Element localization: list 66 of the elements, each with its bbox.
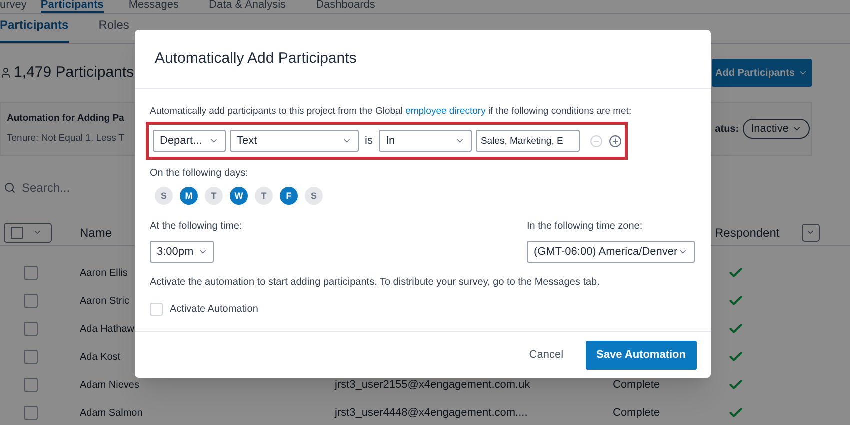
name-cell: Aaron Ellis	[80, 268, 128, 279]
day-toggle[interactable]: W	[230, 187, 248, 206]
days-label: On the following days:	[150, 167, 250, 182]
person-icon	[0, 67, 12, 79]
automation-rule: Tenure: Not Equal 1. Less T	[7, 132, 126, 146]
name-cell: Adam Nieves	[80, 380, 140, 391]
dropdown-select[interactable]: Depart...	[153, 130, 226, 152]
participant-count: 1,479 Participants	[14, 62, 134, 83]
row-checkbox[interactable]	[24, 322, 38, 336]
search-field[interactable]: Search...	[22, 179, 122, 197]
row-checkbox[interactable]	[24, 266, 38, 280]
intro-text: Automatically add participants to this project from the Global employee directory if the following conditions are met:	[150, 105, 633, 119]
row-checkbox[interactable]	[24, 350, 38, 364]
activate-checkbox[interactable]	[150, 303, 163, 316]
nav-tab[interactable]: urvey	[0, 0, 27, 13]
search-icon	[4, 182, 16, 194]
cancel-button[interactable]: Cancel	[525, 341, 568, 369]
add-participants-button[interactable]: Add Participants	[712, 59, 812, 87]
add-condition-icon[interactable]	[608, 134, 622, 148]
employee-directory-link[interactable]: employee directory	[406, 106, 486, 117]
status-dropdown[interactable]: Inactive	[743, 119, 810, 139]
activation-note: Activate the automation to start adding participants. To distribute your survey, go to the Messages tab.	[150, 276, 601, 290]
sub-tab[interactable]: Roles	[98, 16, 130, 43]
automation-title: Automation for Adding Pa	[7, 112, 126, 126]
day-toggle[interactable]: T	[205, 187, 223, 206]
email-cell: jrst3_user2155@x4engagement.com.uk	[335, 378, 530, 391]
day-toggle[interactable]: S	[305, 187, 323, 206]
day-toggle[interactable]: F	[280, 187, 298, 206]
dialog-title: Automatically Add Participants	[155, 48, 357, 69]
select-all-checkbox[interactable]	[11, 226, 23, 238]
connector-text: is	[365, 134, 373, 149]
name-cell: Adam Salmon	[80, 408, 143, 419]
name-cell: Aaron Stric	[80, 296, 130, 307]
row-checkbox[interactable]	[24, 406, 38, 420]
day-toggle[interactable]: T	[255, 187, 273, 206]
remove-condition-icon[interactable]	[590, 134, 603, 148]
name-cell: Ada Kost	[80, 352, 121, 363]
status-cell: Complete	[613, 378, 660, 391]
chevron-down-icon	[33, 228, 42, 237]
status-cell: Complete	[613, 406, 660, 419]
dropdown-select[interactable]: (GMT-06:00) America/Denver	[527, 241, 695, 264]
sub-tab[interactable]: Participants	[0, 16, 69, 43]
row-checkbox[interactable]	[24, 378, 38, 392]
dropdown-select[interactable]: Text	[230, 130, 359, 152]
nav-tab[interactable]: Participants	[40, 0, 104, 13]
column-header: Name	[80, 224, 112, 242]
column-header: Respondent	[715, 224, 780, 242]
dropdown-select[interactable]: 3:00pm	[150, 241, 214, 264]
day-toggle[interactable]: M	[180, 187, 198, 206]
dropdown-select[interactable]: In	[378, 130, 472, 152]
email-cell: jrst3_user4448@x4engagement.com....	[335, 406, 528, 419]
day-toggle[interactable]: S	[155, 187, 173, 206]
value-field[interactable]: Sales, Marketing, E	[476, 130, 580, 152]
time-label: At the following time:	[150, 220, 242, 234]
chevron-down-icon	[806, 228, 816, 237]
save-automation-button[interactable]: Save Automation	[586, 340, 697, 370]
nav-tab[interactable]: Data & Analysis	[209, 0, 286, 13]
select-all-dropdown[interactable]	[4, 222, 52, 242]
nav-tab[interactable]: Messages	[128, 0, 180, 13]
name-cell: Ada Hathaw	[80, 324, 134, 335]
row-checkbox[interactable]	[24, 294, 38, 308]
timezone-label: In the following time zone:	[527, 220, 644, 234]
activate-label: Activate Automation	[170, 303, 258, 318]
nav-tab[interactable]: Dashboards	[316, 0, 376, 13]
column-menu-button[interactable]	[802, 224, 820, 242]
status-label: atus:	[715, 122, 740, 136]
